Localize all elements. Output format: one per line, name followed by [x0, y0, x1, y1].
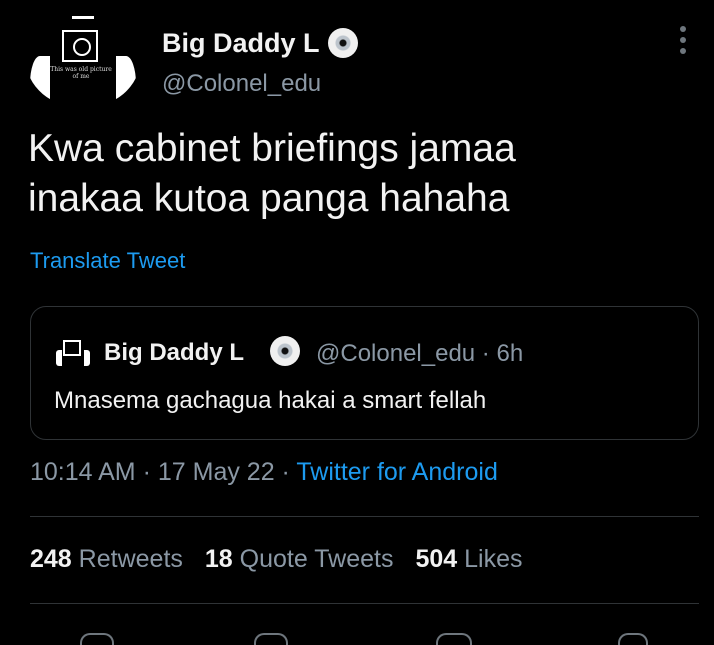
quote-tweets-count: 18	[204, 545, 233, 573]
reply-icon[interactable]	[80, 633, 114, 645]
quoted-tweet-text: Mnasema gachagua hakai a smart fellah	[54, 387, 487, 414]
likes-count: 504	[415, 545, 458, 573]
tweet-text-line: Kwa cabinet briefings jamaa	[28, 127, 516, 170]
cd-badge-icon	[270, 336, 300, 366]
cd-badge-icon	[328, 28, 358, 58]
quoted-age: 6h	[496, 340, 524, 367]
quoted-tweet-card[interactable]	[30, 306, 699, 440]
avatar-shirt-right	[116, 56, 136, 108]
avatar-detail	[72, 16, 94, 19]
quoted-meta: @Colonel_edu · 6h	[316, 340, 524, 367]
quote-tweets-label: Quote Tweets	[239, 545, 394, 573]
retweet-icon[interactable]	[254, 633, 288, 645]
likes-label: Likes	[464, 545, 523, 573]
action-bar	[0, 625, 714, 645]
share-icon[interactable]	[618, 633, 648, 645]
avatar-caption: This was old picture of me	[50, 66, 112, 80]
more-options-icon[interactable]	[676, 26, 690, 56]
avatar-shirt-left	[30, 56, 50, 108]
quote-tweets-stat[interactable]: 18 Quote Tweets	[205, 545, 394, 573]
divider	[30, 603, 699, 604]
tweet-text: Kwa cabinet briefings jamaa inakaa kutoa…	[28, 124, 668, 224]
retweets-label: Retweets	[78, 545, 183, 573]
quoted-display-name: Big Daddy L	[104, 339, 245, 366]
quoted-avatar	[54, 338, 94, 368]
tweet-meta: 10:14 AM · 17 May 22 · Twitter for Andro…	[30, 458, 498, 486]
likes-stat[interactable]: 504 Likes	[415, 545, 522, 573]
retweets-stat[interactable]: 248 Retweets	[30, 545, 183, 573]
like-icon[interactable]	[436, 633, 472, 645]
tweet-source[interactable]: Twitter for Android	[296, 458, 497, 486]
divider	[30, 516, 699, 517]
tweet-date[interactable]: 17 May 22	[158, 458, 275, 486]
avatar-photo-frame	[62, 30, 98, 62]
retweets-count: 248	[30, 545, 72, 573]
avatar[interactable]: This was old picture of me	[26, 12, 140, 108]
user-handle[interactable]: @Colonel_edu	[162, 70, 321, 98]
quoted-handle: @Colonel_edu	[316, 340, 476, 367]
translate-tweet-link[interactable]: Translate Tweet	[30, 248, 185, 274]
tweet-text-line: inakaa kutoa panga hahaha	[28, 177, 510, 220]
engagement-stats: 248 Retweets 18 Quote Tweets 504 Likes	[30, 545, 523, 574]
tweet-time[interactable]: 10:14 AM	[30, 458, 136, 486]
display-name[interactable]: Big Daddy L	[162, 28, 320, 59]
